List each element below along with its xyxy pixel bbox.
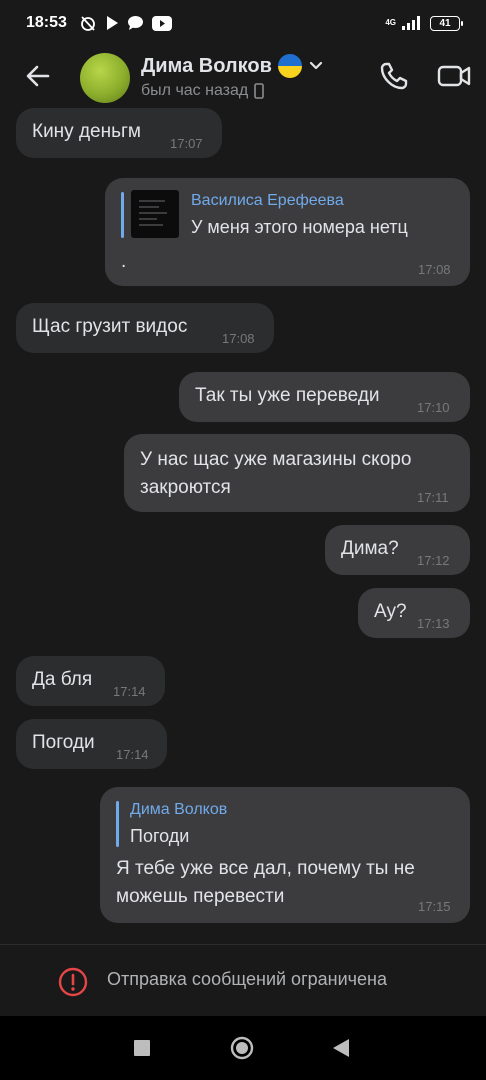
reply-thumbnail	[131, 190, 179, 238]
message-bubble-outgoing[interactable]: Дима Волков Погоди Я тебе уже все дал, п…	[100, 787, 470, 923]
mobile-device-icon	[254, 83, 265, 99]
reply-quote[interactable]: Дима Волков Погоди	[116, 799, 446, 849]
message-text: Погоди	[32, 732, 95, 753]
message-text: Я тебе уже все дал, почему ты не можешь …	[116, 858, 415, 907]
back-button[interactable]	[20, 58, 56, 94]
message-bubble-incoming[interactable]: Щас грузит видос 17:08	[16, 303, 274, 353]
phone-icon	[380, 62, 408, 90]
message-bubble-incoming[interactable]: Кину деньгм 17:07	[16, 108, 222, 158]
video-camera-icon	[437, 65, 471, 87]
message-text: Дима?	[341, 538, 399, 559]
contact-title[interactable]: Дима Волков	[141, 54, 324, 78]
network-type: 4G	[385, 18, 396, 27]
call-button[interactable]	[376, 58, 412, 94]
message-text: У нас щас уже магазины скоро закроются	[140, 449, 412, 498]
status-notification-icons	[79, 14, 172, 32]
message-bubble-outgoing[interactable]: Василиса Ерефеева У меня этого номера не…	[105, 178, 470, 286]
last-seen-row: был час назад	[141, 82, 265, 100]
message-time: 17:11	[417, 490, 449, 505]
message-text: Да бля	[32, 669, 93, 690]
chevron-down-icon[interactable]	[308, 58, 324, 74]
message-time: 17:08	[222, 331, 255, 346]
message-time: 17:08	[418, 262, 451, 277]
status-bar: 18:53 4G 41	[0, 0, 486, 46]
status-time: 18:53	[26, 14, 67, 31]
message-time: 17:07	[170, 136, 203, 151]
message-time: 17:14	[113, 684, 146, 699]
status-system-icons: 4G 41	[385, 15, 463, 31]
message-bubble-outgoing[interactable]: Дима? 17:12	[325, 525, 470, 575]
battery-indicator: 41	[430, 15, 463, 31]
message-text: Ау?	[374, 601, 407, 622]
recents-icon[interactable]	[133, 1039, 151, 1057]
message-bubble-incoming[interactable]: Да бля 17:14	[16, 656, 165, 706]
message-list[interactable]: Кину деньгм 17:07 Василиса Ерефеева У ме…	[0, 108, 486, 944]
signal-icon	[402, 16, 420, 30]
message-text: Щас грузит видос	[32, 316, 188, 337]
message-time: 17:14	[116, 747, 149, 762]
contact-name[interactable]: Дима Волков	[141, 55, 272, 78]
message-text: Кину деньгм	[32, 121, 141, 142]
back-nav-icon[interactable]	[332, 1038, 350, 1058]
message-bubble-outgoing[interactable]: Так ты уже переведи 17:10	[179, 372, 470, 422]
message-text: Так ты уже переведи	[195, 385, 380, 406]
reply-author: Василиса Ерефеева	[191, 192, 344, 209]
last-seen: был час назад	[141, 82, 249, 99]
message-bubble-incoming[interactable]: Погоди 17:14	[16, 719, 167, 769]
warning-icon	[58, 967, 88, 997]
video-call-button[interactable]	[436, 58, 472, 94]
reply-quote[interactable]: Василиса Ерефеева У меня этого номера не…	[121, 190, 451, 240]
avatar[interactable]	[80, 53, 130, 103]
home-icon[interactable]	[230, 1036, 254, 1060]
chat-header: Дима Волков был час назад	[0, 46, 486, 108]
alarm-off-icon	[81, 16, 95, 31]
restricted-notice: Отправка сообщений ограничена	[107, 969, 387, 989]
message-time: 17:13	[417, 616, 450, 631]
back-arrow-icon	[26, 65, 50, 87]
message-time: 17:12	[417, 553, 450, 568]
message-time: 17:10	[417, 400, 450, 415]
chat-bubble-icon	[127, 16, 143, 30]
composer-restricted-bar: Отправка сообщений ограничена	[0, 944, 486, 1016]
system-navigation-bar	[0, 1016, 486, 1080]
message-bubble-outgoing[interactable]: У нас щас уже магазины скоро закроются 1…	[124, 434, 470, 512]
play-icon	[106, 16, 118, 30]
ukraine-flag-emoji	[277, 54, 302, 78]
message-time: 17:15	[418, 899, 451, 914]
message-bubble-outgoing[interactable]: Ау? 17:13	[358, 588, 470, 638]
reply-author: Дима Волков	[130, 801, 228, 818]
reply-text: У меня этого номера нетц	[191, 217, 408, 237]
youtube-icon	[151, 15, 172, 31]
message-text: .	[121, 251, 127, 272]
reply-text: Погоди	[130, 826, 190, 846]
